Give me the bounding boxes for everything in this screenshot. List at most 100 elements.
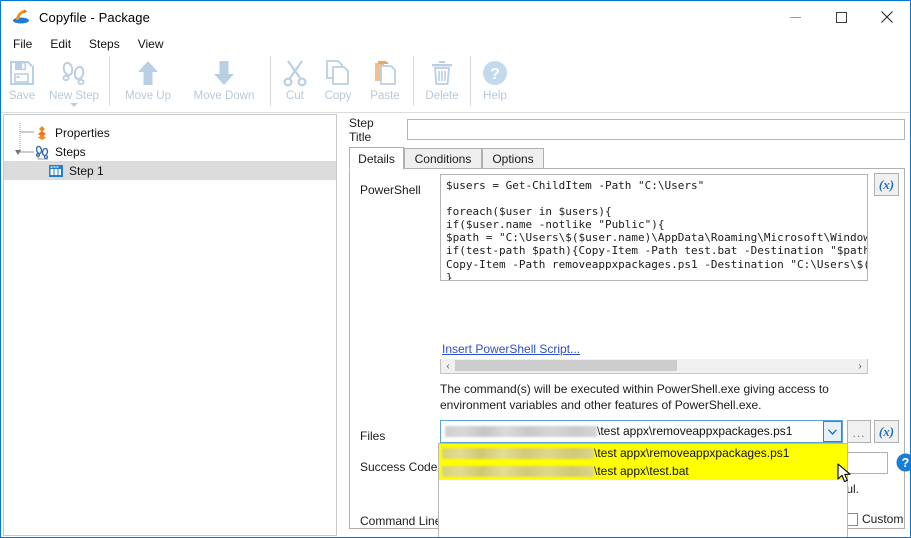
custom-checkbox[interactable]: Custom [845, 512, 903, 526]
properties-icon [34, 125, 50, 141]
files-value-text: \test appx\removeappxpackages.ps1 [597, 424, 793, 438]
help-button[interactable]: ? Help [475, 54, 515, 108]
move-down-label: Move Down [193, 90, 255, 102]
copy-button[interactable]: Copy [315, 54, 361, 108]
application-window: Copyfile - Package File Edit Steps View [0, 0, 911, 538]
tree-node-step-1[interactable]: Step 1 [4, 161, 336, 180]
step-title-label: Step Title [349, 116, 374, 144]
cut-button[interactable]: Cut [275, 54, 315, 108]
tree-node-steps[interactable]: Steps [4, 142, 336, 161]
files-value: \test appx\removeappxpackages.ps1 [445, 424, 792, 438]
files-combobox[interactable]: \test appx\removeappxpackages.ps1 [440, 420, 843, 443]
tab-details[interactable]: Details [349, 147, 404, 170]
tab-label: Options [492, 151, 534, 166]
autocomplete-item-text: \test appx\removeappxpackages.ps1 [594, 446, 790, 460]
menu-steps[interactable]: Steps [80, 35, 129, 53]
command-line-label: Command Line [360, 514, 442, 528]
menu-edit[interactable]: Edit [41, 35, 80, 53]
app-icon [11, 7, 31, 27]
tab-conditions[interactable]: Conditions [404, 148, 482, 169]
details-tab-panel: PowerShell $users = Get-ChildItem -Path … [349, 169, 910, 537]
toolbar-separator [413, 56, 414, 106]
custom-checkbox-label: Custom [862, 512, 904, 526]
toolbar-group-clipboard: Cut Copy Paste [275, 54, 409, 110]
files-variable-button[interactable]: (x) [874, 420, 899, 443]
powershell-script-box[interactable]: $users = Get-ChildItem -Path "C:\Users" … [440, 174, 868, 281]
svg-text:?: ? [902, 456, 910, 470]
chevron-left-icon[interactable]: ‹ [441, 360, 455, 373]
toolbar: Save New Step Move Up Move Down Cut Copy… [1, 54, 910, 113]
chevron-right-icon[interactable]: › [853, 360, 867, 373]
move-down-button[interactable]: Move Down [182, 54, 266, 108]
redacted-path-prefix [445, 425, 597, 437]
menu-file[interactable]: File [4, 35, 41, 53]
success-codes-label: Success Codes [360, 460, 444, 474]
toolbar-separator [470, 56, 471, 106]
insert-powershell-script-link[interactable]: Insert PowerShell Script... [442, 342, 580, 356]
delete-button[interactable]: Delete [418, 54, 466, 108]
browse-label: ... [852, 426, 866, 440]
files-autocomplete-popup: \test appx\removeappxpackages.ps1 \test … [438, 443, 848, 537]
scrollbar-thumb[interactable] [455, 360, 677, 371]
powershell-horizontal-scrollbar[interactable]: ‹ › [440, 359, 868, 374]
tab-strip: Details Conditions Options [349, 147, 905, 170]
autocomplete-item-text: \test appx\test.bat [594, 464, 689, 478]
powershell-script-text: $users = Get-ChildItem -Path "C:\Users" … [446, 179, 868, 281]
autocomplete-item[interactable]: \test appx\removeappxpackages.ps1 [439, 444, 847, 462]
tree-node-label: Step 1 [69, 163, 104, 178]
tree-panel: Properties Steps Step 1 [3, 114, 337, 536]
maximize-button[interactable] [818, 1, 864, 33]
step-title-input[interactable] [407, 119, 905, 140]
fx-label: (x) [878, 176, 895, 192]
move-up-label: Move Up [124, 90, 172, 102]
files-dropdown-button[interactable] [823, 421, 842, 442]
help-circle-icon[interactable]: ? [896, 453, 910, 472]
window-title: Copyfile - Package [39, 9, 150, 25]
tab-label: Details [358, 151, 395, 166]
step-title-row: Step Title [349, 116, 905, 144]
redacted-path-prefix [442, 447, 594, 459]
tree-node-label: Properties [55, 125, 110, 140]
toolbar-separator [270, 56, 271, 106]
paste-icon [372, 57, 398, 89]
toolbar-group-file: Save New Step [1, 54, 105, 110]
minimize-button[interactable] [772, 1, 818, 33]
powershell-note: The command(s) will be executed within P… [440, 382, 829, 412]
close-button[interactable] [864, 1, 910, 33]
move-up-button[interactable]: Move Up [114, 54, 182, 108]
cut-label: Cut [286, 90, 304, 102]
chevron-down-icon[interactable] [70, 103, 78, 107]
svg-text:?: ? [490, 66, 500, 83]
footsteps-icon [34, 144, 50, 160]
menu-bar: File Edit Steps View [1, 33, 910, 54]
step-icon [48, 163, 64, 179]
save-icon [9, 57, 35, 89]
footsteps-icon [60, 57, 88, 89]
powershell-variable-button[interactable]: (x) [874, 173, 899, 196]
details-pane: Step Title Details Conditions Options Po… [341, 114, 910, 537]
save-label: Save [8, 90, 36, 102]
files-label: Files [360, 429, 386, 443]
chevron-down-icon [828, 428, 837, 435]
scissors-icon [282, 57, 308, 89]
help-label: Help [483, 90, 507, 102]
copy-label: Copy [324, 90, 352, 102]
files-browse-button[interactable]: ... [847, 420, 871, 443]
fx-label: (x) [878, 423, 895, 439]
success-codes-input[interactable] [843, 452, 888, 474]
new-step-label: New Step [49, 90, 99, 102]
menu-view[interactable]: View [129, 35, 173, 53]
arrow-down-icon [211, 57, 237, 89]
paste-button[interactable]: Paste [361, 54, 409, 108]
paste-label: Paste [370, 90, 400, 102]
tree-node-properties[interactable]: Properties [4, 123, 336, 142]
new-step-button[interactable]: New Step [43, 54, 105, 108]
save-button[interactable]: Save [1, 54, 43, 108]
toolbar-group-help: ? Help [475, 54, 515, 110]
question-circle-icon: ? [481, 57, 509, 89]
tree-node-label: Steps [55, 144, 86, 159]
toolbar-group-delete: Delete [418, 54, 466, 110]
autocomplete-item[interactable]: \test appx\test.bat [439, 462, 847, 480]
title-bar: Copyfile - Package [1, 1, 910, 33]
tab-options[interactable]: Options [482, 148, 544, 169]
